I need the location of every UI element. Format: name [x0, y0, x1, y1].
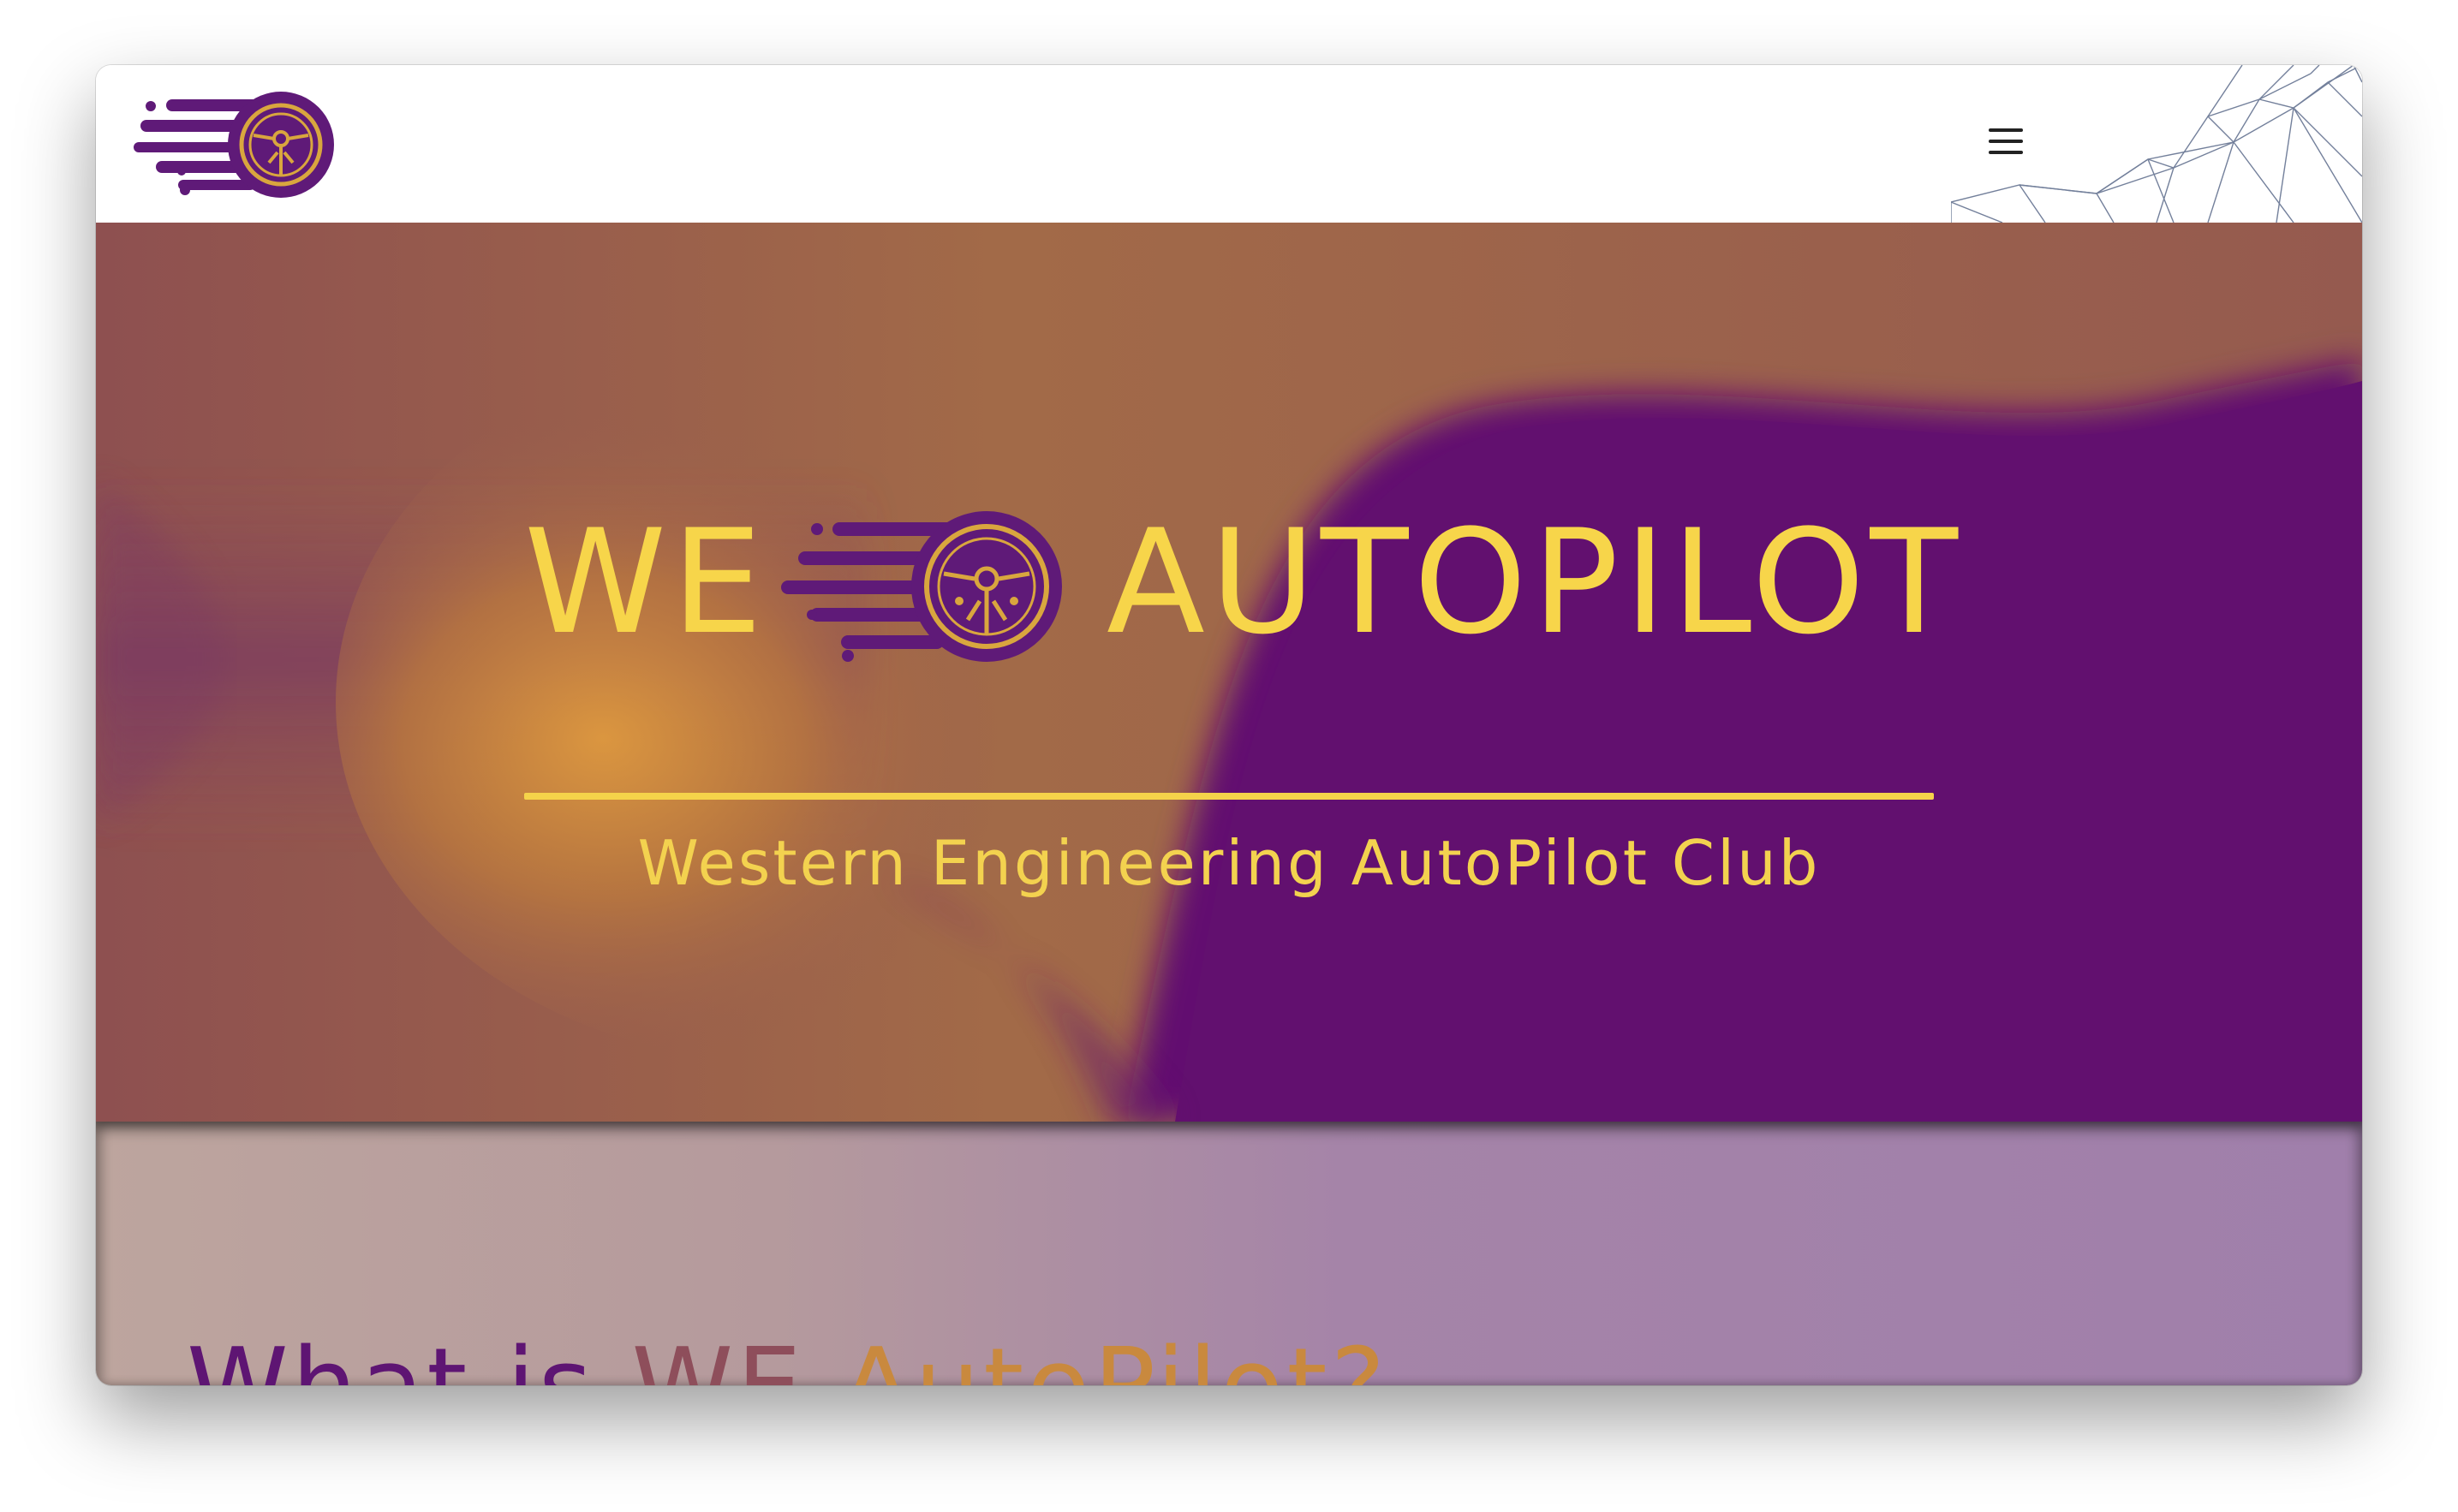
site-logo[interactable]: [134, 80, 339, 200]
hero-banner: WE AUTOPILOT Western Engineering AutoPil…: [96, 223, 2362, 1122]
site-header: [96, 65, 2362, 223]
about-heading-part1: What is: [187, 1327, 631, 1385]
wireframe-mesh-decoration: [1951, 65, 2362, 223]
hero-divider: [524, 793, 1934, 800]
hero-subtitle: Western Engineering AutoPilot Club: [637, 827, 1821, 899]
steering-wheel-logo-icon: [134, 92, 334, 198]
about-section: What is WE AutoPilot?: [96, 1122, 2362, 1385]
hero-title-autopilot: AUTOPILOT: [1107, 498, 1964, 666]
about-heading-part3: AutoPilot?: [841, 1327, 1388, 1385]
hero-title-we: WE: [524, 498, 768, 666]
browser-window: WE AUTOPILOT Western Engineering AutoPil…: [96, 65, 2362, 1385]
hero-title: WE AUTOPILOT: [524, 498, 1958, 666]
steering-wheel-logo-icon: [781, 511, 1062, 662]
about-heading-part2: WE: [631, 1327, 841, 1385]
hero-gradient-background: [96, 223, 2362, 1122]
about-heading: What is WE AutoPilot?: [187, 1327, 1388, 1385]
